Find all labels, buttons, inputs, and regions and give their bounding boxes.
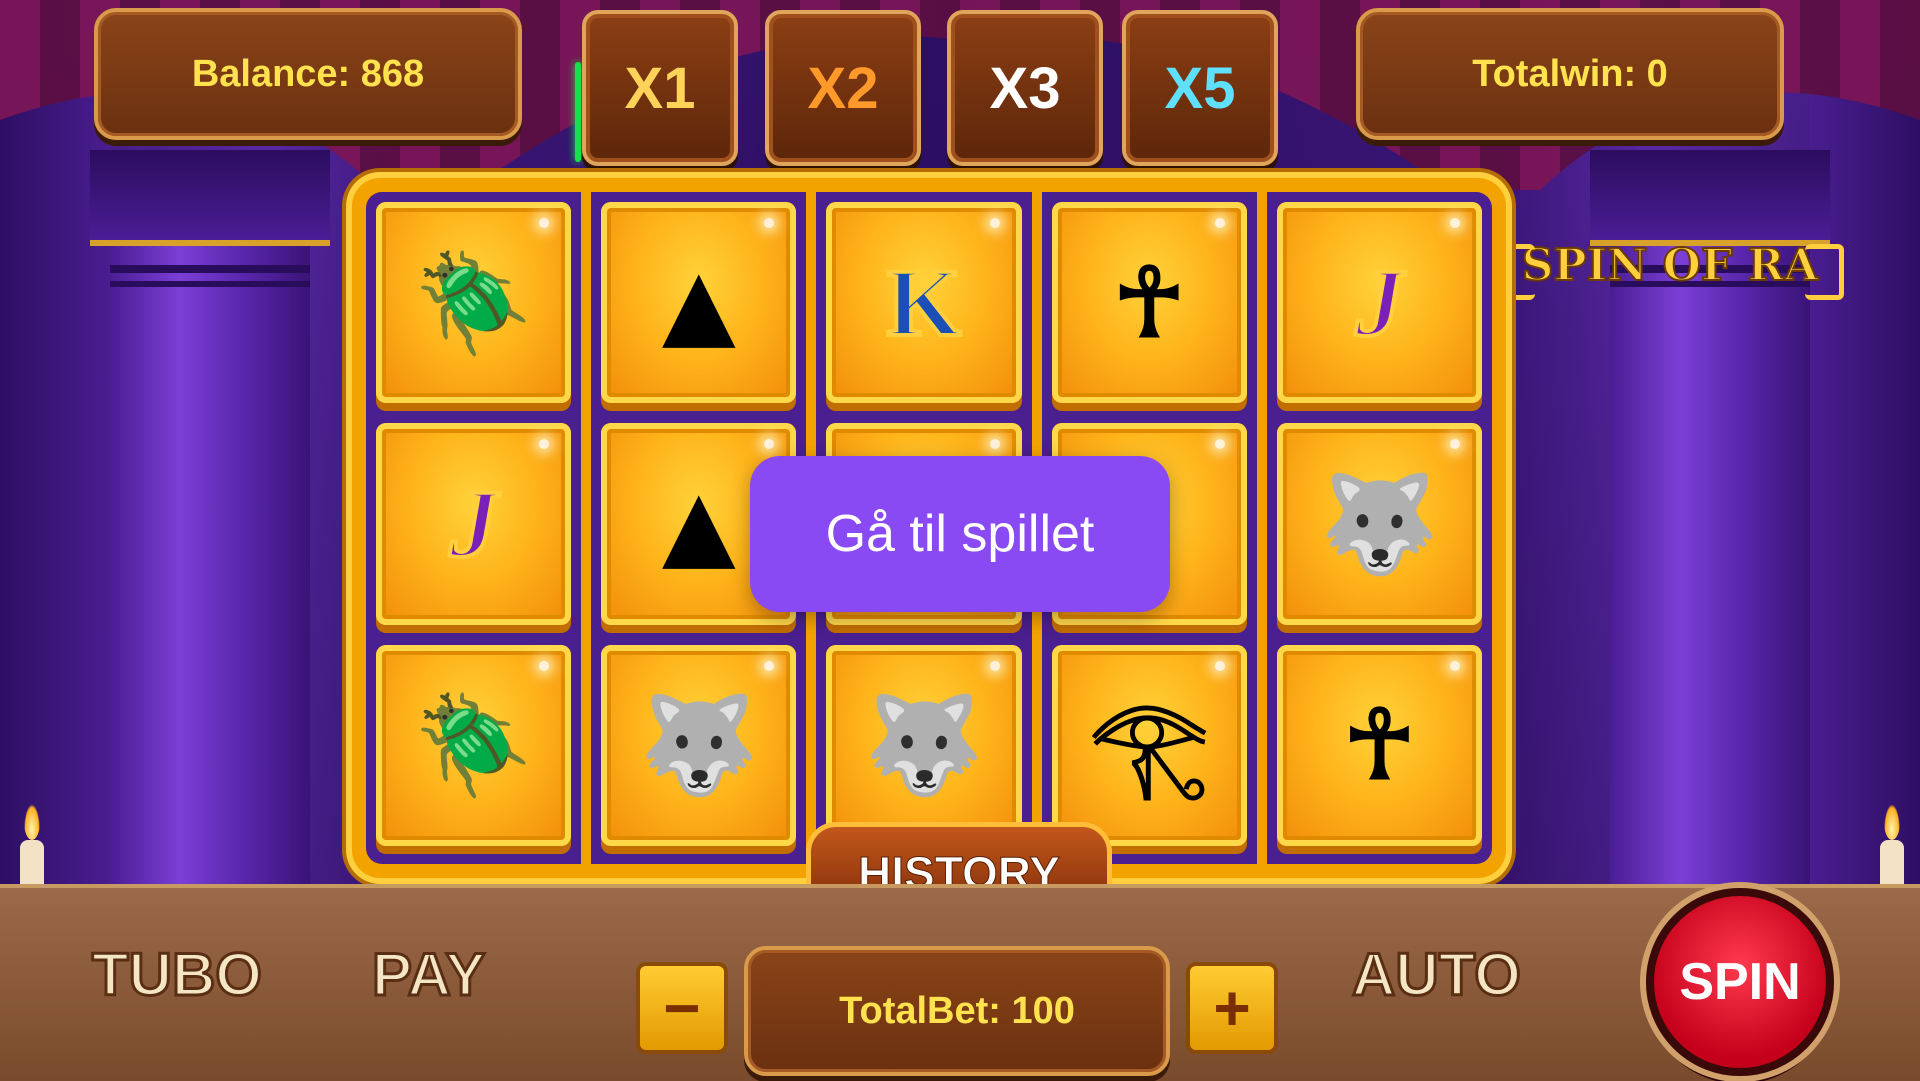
tubo-button[interactable]: TUBO <box>91 940 264 1010</box>
reel-cell: 𓂀 <box>1051 644 1247 846</box>
anubis-icon: 🐺 <box>639 688 759 802</box>
auto-button[interactable]: AUTO <box>1351 940 1523 1010</box>
j-letter-icon: J <box>1353 248 1405 356</box>
pyramid-icon: ▲ <box>661 245 736 359</box>
pay-button[interactable]: PAY <box>370 940 486 1010</box>
multiplier-x3-button[interactable]: X3 <box>947 10 1103 166</box>
anubis-icon: 🐺 <box>864 688 984 802</box>
reel-5: J 🐺 ☥ <box>1267 192 1492 864</box>
totalbet-display: TotalBet: 100 <box>744 946 1170 1076</box>
totalwin-display: Totalwin: 0 <box>1356 8 1784 140</box>
reel-cell: K <box>826 202 1022 404</box>
left-pillar <box>90 150 330 890</box>
reel-cell: 🐺 <box>1276 423 1482 625</box>
eye-of-horus-icon: 𓂀 <box>1089 688 1210 802</box>
pyramid-icon: ▲ <box>661 466 736 580</box>
game-logo: SPIN OF RA <box>1496 230 1844 300</box>
reel-cell: ▲ <box>601 202 797 404</box>
scarab-icon: 🪲 <box>413 245 534 359</box>
reel-cell: J <box>376 423 572 625</box>
scarab-icon: 🪲 <box>413 688 534 802</box>
reel-cell: 🪲 <box>376 644 572 846</box>
reel-cell: 🐺 <box>601 644 797 846</box>
balance-display: Balance: 868 <box>94 8 522 140</box>
multiplier-x2-button[interactable]: X2 <box>765 10 921 166</box>
multiplier-x5-button[interactable]: X5 <box>1122 10 1278 166</box>
reel-1: 🪲 J 🪲 <box>366 192 592 864</box>
decrease-bet-button[interactable]: − <box>636 962 728 1054</box>
reel-cell: 🪲 <box>376 202 572 404</box>
spin-button[interactable]: SPIN <box>1646 888 1834 1076</box>
reel-cell: ☥ <box>1276 644 1482 846</box>
k-letter-icon: K <box>885 248 964 356</box>
active-multiplier-indicator <box>575 62 581 162</box>
increase-bet-button[interactable]: + <box>1186 962 1278 1054</box>
ankh-icon: ☥ <box>1343 688 1416 802</box>
reel-cell: ☥ <box>1051 202 1247 404</box>
reel-cell: J <box>1276 202 1482 404</box>
ankh-icon: ☥ <box>1113 245 1185 359</box>
anubis-icon: 🐺 <box>1319 466 1440 580</box>
reel-cell: 🐺 <box>826 644 1022 846</box>
go-to-game-button[interactable]: Gå til spillet <box>750 456 1170 612</box>
j-letter-icon: J <box>448 469 500 577</box>
multiplier-x1-button[interactable]: X1 <box>582 10 738 166</box>
